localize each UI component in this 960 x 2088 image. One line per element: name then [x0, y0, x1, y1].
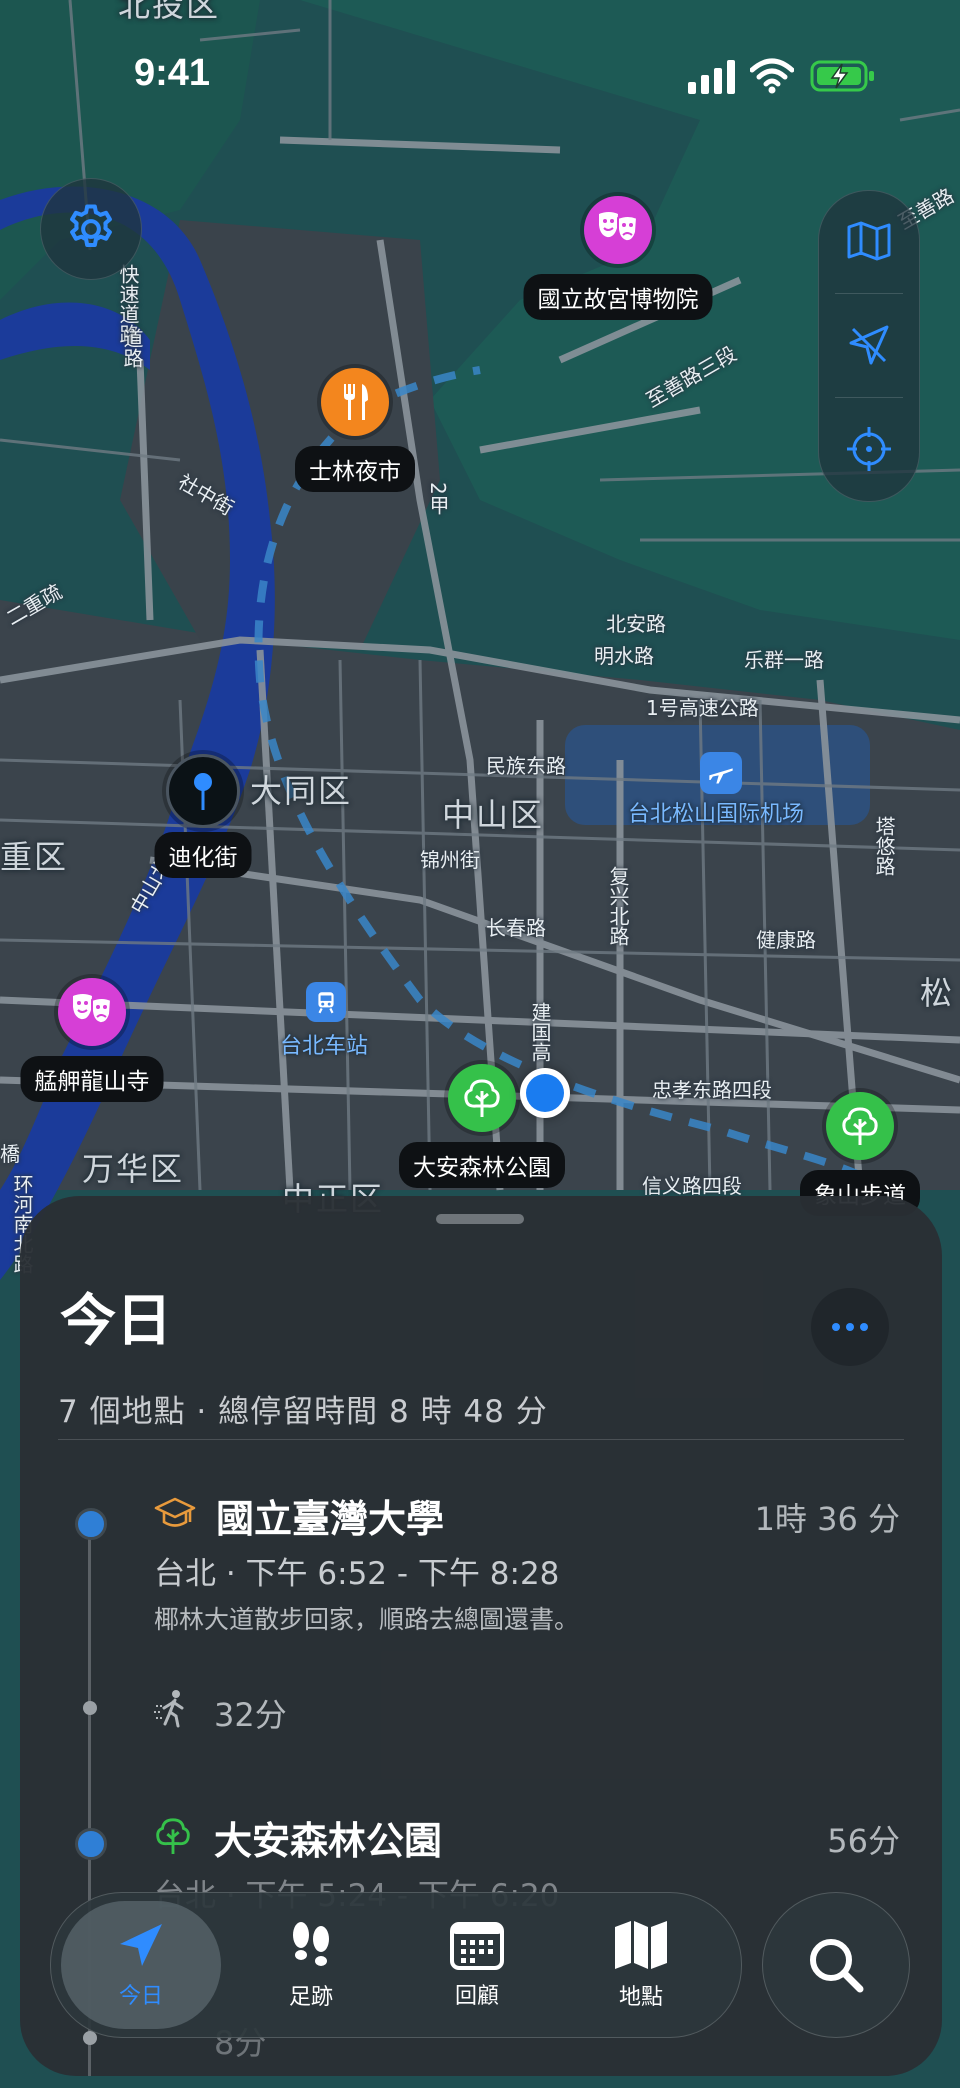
signal-icon	[688, 60, 735, 94]
divider	[58, 1439, 904, 1440]
tab-review[interactable]: 回顧	[397, 1893, 557, 2037]
direction-button[interactable]	[819, 295, 919, 395]
map-controls	[818, 190, 920, 502]
current-location-dot	[520, 1068, 570, 1118]
settings-button[interactable]	[40, 178, 142, 280]
entry-title: 大安森林公園	[214, 1819, 443, 1863]
tab-footprints[interactable]: 足跡	[231, 1893, 391, 2037]
sheet-summary: 7 個地點 · 總停留時間 8 時 48 分	[58, 1394, 548, 1430]
road-label: 塔悠路	[872, 816, 896, 876]
tree-icon	[826, 1092, 894, 1160]
road-label: 健康路	[756, 928, 816, 952]
tab-label: 今日	[118, 1984, 163, 2009]
pin-dihua-street[interactable]: 迪化街	[154, 754, 252, 878]
map-icon	[847, 221, 891, 261]
train-icon[interactable]	[306, 982, 346, 1022]
pin-elephant-mountain[interactable]: 象山步道	[800, 1092, 920, 1216]
tab-label: 回顧	[454, 1984, 499, 2009]
road-label: 2甲	[426, 482, 450, 515]
road-label: 北安路	[606, 612, 666, 636]
tab-label: 足跡	[288, 1985, 333, 2010]
entry-subline: 台北 · 下午 6:52 - 下午 8:28	[154, 1556, 560, 1592]
wifi-icon	[750, 58, 794, 94]
road-label: 明水路	[594, 644, 654, 668]
road-label: 道路	[120, 328, 144, 368]
sheet-title: 今日	[60, 1289, 172, 1354]
tab-places[interactable]: 地點	[561, 1893, 721, 2037]
tab-label: 地點	[618, 1985, 663, 2010]
road-label: 橋	[0, 1142, 20, 1166]
district-label: 松	[920, 974, 955, 1012]
timeline-dot-small	[83, 1701, 97, 1715]
pin-label: 艋舺龍山寺	[20, 1056, 164, 1102]
pin-daan-park[interactable]: 大安森林公園	[399, 1064, 565, 1188]
road-label: 复兴北路	[606, 866, 630, 946]
calendar-icon	[450, 1922, 504, 1970]
airport-label: 台北松山国际机场	[628, 802, 805, 827]
status-time: 9:41	[134, 52, 211, 94]
footprints-icon	[293, 1922, 329, 1966]
road-label: 锦州街	[420, 848, 480, 872]
pin-icon	[166, 754, 240, 828]
map-style-button[interactable]	[819, 191, 919, 291]
walk-duration: 32分	[214, 1696, 287, 1734]
airport-icon[interactable]	[700, 752, 742, 794]
road-label: 忠孝东路四段	[652, 1078, 772, 1102]
district-label: 重区	[0, 838, 69, 876]
crosshair-icon	[847, 427, 891, 471]
pin-label: 大安森林公園	[399, 1142, 565, 1188]
road-label: 1号高速公路	[646, 696, 759, 720]
search-button[interactable]	[762, 1892, 910, 2038]
station-label: 台北车站	[280, 1034, 369, 1059]
walking-icon	[154, 1690, 184, 1728]
timeline-dot	[75, 1508, 107, 1540]
entry-note: 椰林大道散步回家，順路去總圖還書。	[154, 1605, 580, 1634]
district-label: 万华区	[82, 1150, 185, 1188]
entry-title: 國立臺灣大學	[216, 1497, 445, 1541]
entry-duration: 1時 36 分	[754, 1500, 900, 1538]
entry-duration: 56分	[827, 1822, 900, 1860]
fork-knife-icon	[321, 368, 389, 436]
more-button[interactable]	[811, 1288, 889, 1366]
pin-shilin-night-market[interactable]: 士林夜市	[295, 368, 415, 492]
tree-icon	[448, 1064, 516, 1132]
theater-masks-icon	[58, 978, 126, 1046]
graduation-cap-icon	[154, 1497, 196, 1527]
road-label: 民族东路	[486, 754, 566, 778]
battery-charging-icon	[810, 60, 874, 92]
pin-palace-museum[interactable]: 國立故宮博物院	[523, 196, 713, 320]
tab-today[interactable]: 今日	[61, 1901, 221, 2029]
road-label: 建国高	[528, 1002, 552, 1062]
pin-label: 國立故宮博物院	[523, 274, 713, 320]
pin-label: 迪化街	[154, 832, 252, 878]
locate-me-button[interactable]	[819, 399, 919, 499]
status-bar: 9:41	[0, 0, 960, 120]
district-label: 大同区	[250, 772, 353, 810]
timeline-dot	[75, 1828, 107, 1860]
pin-label: 士林夜市	[295, 446, 415, 492]
map-icon	[615, 1921, 667, 1969]
ellipsis-icon	[832, 1323, 868, 1331]
gear-icon	[70, 204, 112, 247]
road-label: 乐群一路	[744, 648, 824, 672]
theater-masks-icon	[584, 196, 652, 264]
district-label: 中山区	[442, 796, 545, 834]
road-label: 信义路四段	[642, 1174, 742, 1198]
sheet-grabber[interactable]	[436, 1214, 524, 1224]
road-label: 长春路	[486, 916, 546, 940]
location-slash-icon	[849, 325, 889, 365]
tab-bar: 今日 足跡 回顧 地點	[50, 1892, 742, 2038]
search-icon	[810, 1939, 864, 1993]
tree-icon	[156, 1818, 190, 1855]
pin-longshan-temple[interactable]: 艋舺龍山寺	[20, 978, 164, 1102]
location-arrow-icon	[120, 1924, 162, 1966]
